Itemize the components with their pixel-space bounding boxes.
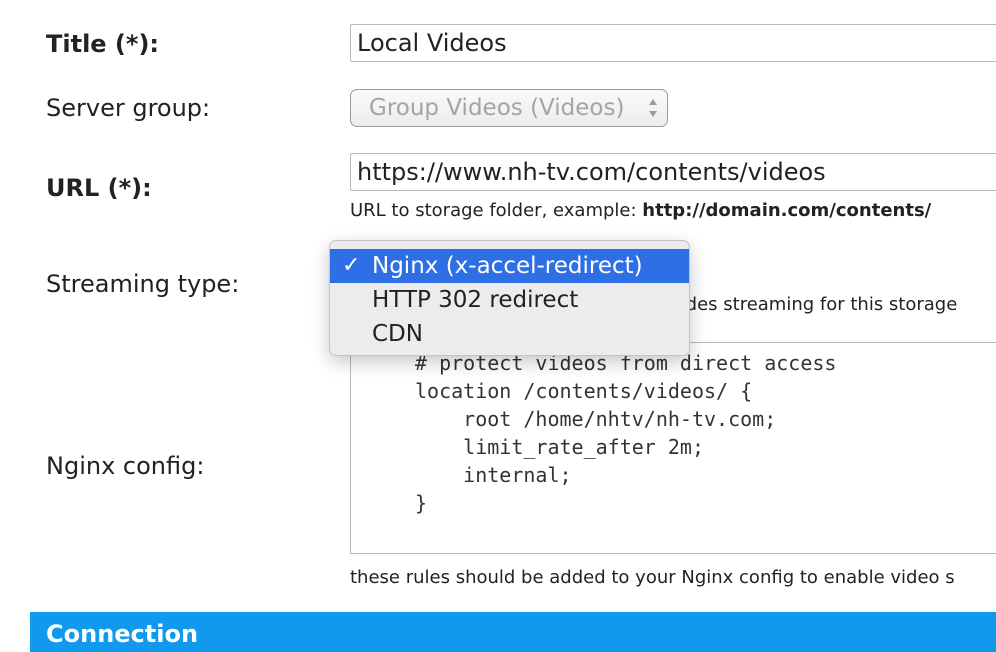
url-hint-text: URL to storage folder, example:: [350, 200, 643, 221]
nginx-config-hint: these rules should be added to your Ngin…: [350, 567, 955, 588]
connection-section-title: Connection: [46, 620, 199, 648]
server-group-value: Group Videos (Videos): [369, 95, 625, 121]
option-label: CDN: [372, 321, 423, 347]
connection-section-header[interactable]: Connection: [30, 612, 996, 652]
server-group-label: Server group:: [46, 94, 211, 122]
option-label: Nginx (x-accel-redirect): [372, 253, 643, 279]
nginx-config-textarea[interactable]: # protect videos from direct access loca…: [350, 342, 996, 554]
nginx-config-label: Nginx config:: [46, 452, 205, 480]
url-hint-example: http://domain.com/contents/: [642, 200, 932, 221]
server-group-select[interactable]: Group Videos (Videos): [350, 89, 668, 127]
nginx-config-code: # protect videos from direct access loca…: [415, 351, 837, 515]
streaming-type-dropdown[interactable]: ✓ Nginx (x-accel-redirect) HTTP 302 redi…: [329, 240, 690, 356]
dropdown-option-nginx[interactable]: ✓ Nginx (x-accel-redirect): [330, 249, 689, 283]
url-label: URL (*):: [46, 174, 152, 202]
title-label: Title (*):: [46, 30, 160, 58]
checkmark-icon: ✓: [342, 253, 361, 278]
url-hint: URL to storage folder, example: http://d…: [350, 199, 931, 223]
updown-arrows-icon: [649, 99, 657, 117]
title-input[interactable]: Local Videos: [350, 24, 996, 62]
streaming-type-hint: vides streaming for this storage: [670, 294, 958, 315]
dropdown-option-http-302[interactable]: HTTP 302 redirect: [330, 283, 689, 317]
url-input[interactable]: https://www.nh-tv.com/contents/videos: [350, 153, 996, 191]
dropdown-option-cdn[interactable]: CDN: [330, 317, 689, 351]
option-label: HTTP 302 redirect: [372, 287, 579, 313]
streaming-type-label: Streaming type:: [46, 270, 240, 298]
